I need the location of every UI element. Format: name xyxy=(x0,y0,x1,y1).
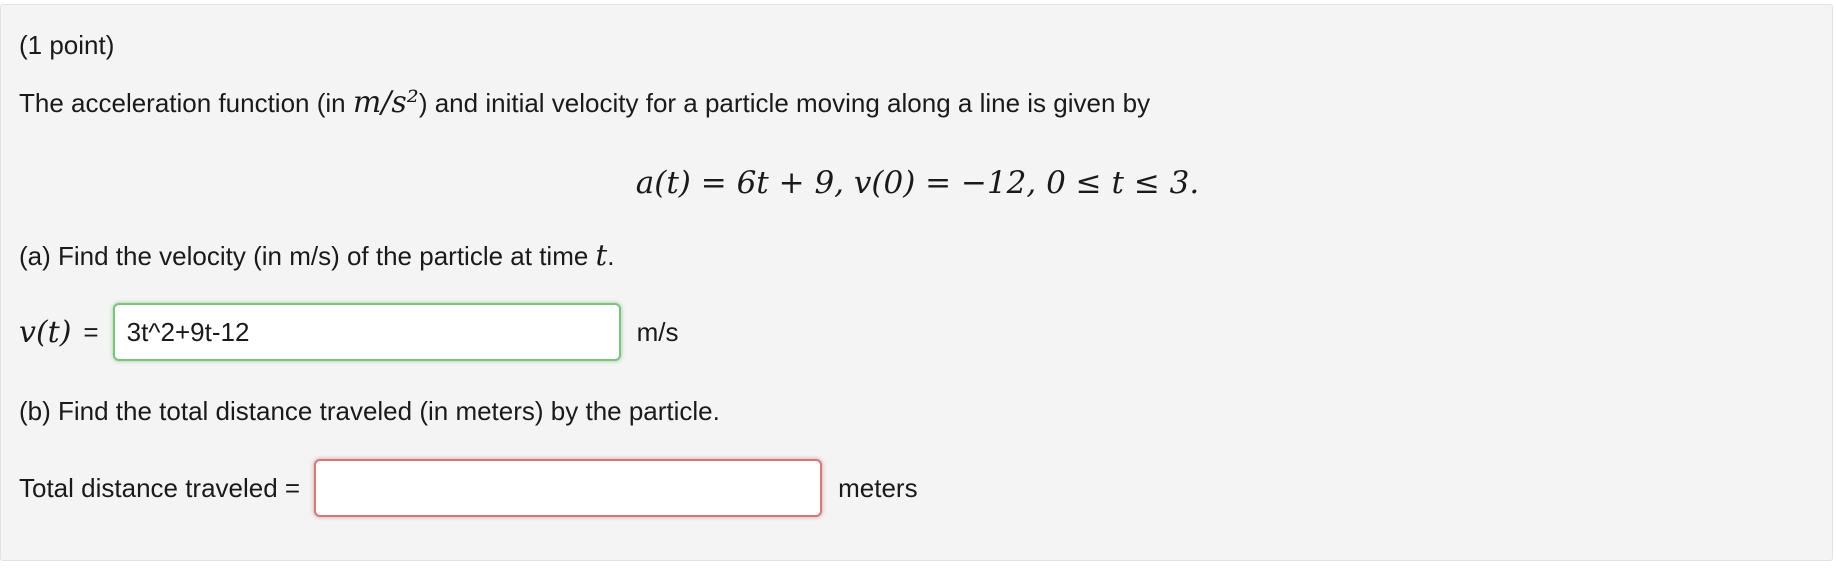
velocity-equals: = xyxy=(83,316,99,347)
intro-suffix: ) and initial velocity for a particle mo… xyxy=(418,88,1151,118)
velocity-unit: m/s xyxy=(636,316,679,347)
part-b-answer-row: Total distance traveled = meters xyxy=(19,459,918,517)
part-a-question: (a) Find the velocity (in m/s) of the pa… xyxy=(19,239,614,272)
intro-prefix: The acceleration function (in xyxy=(19,88,346,118)
distance-answer-input[interactable] xyxy=(314,459,823,517)
problem-panel: (1 point) The acceleration function (in … xyxy=(0,4,1833,561)
distance-unit: meters xyxy=(838,472,918,503)
display-equation: a(t) = 6t + 9, v(0) = −12, 0 ≤ t ≤ 3. xyxy=(635,165,1200,201)
part-a-question-suffix: . xyxy=(607,241,615,271)
part-a-answer-row: v(t) = m/s xyxy=(19,303,679,361)
intro-units: m/s² xyxy=(352,85,419,120)
part-a-question-var: t xyxy=(595,238,608,272)
velocity-answer-input[interactable] xyxy=(112,303,621,361)
problem-statement: The acceleration function (in m/s²) and … xyxy=(19,87,1150,119)
points-label: (1 point) xyxy=(19,30,115,60)
distance-label: Total distance traveled = xyxy=(19,472,301,503)
velocity-label: v(t) xyxy=(19,314,72,350)
part-a-question-prefix: (a) Find the velocity (in m/s) of the pa… xyxy=(19,241,589,271)
part-b-question: (b) Find the total distance traveled (in… xyxy=(19,396,720,426)
